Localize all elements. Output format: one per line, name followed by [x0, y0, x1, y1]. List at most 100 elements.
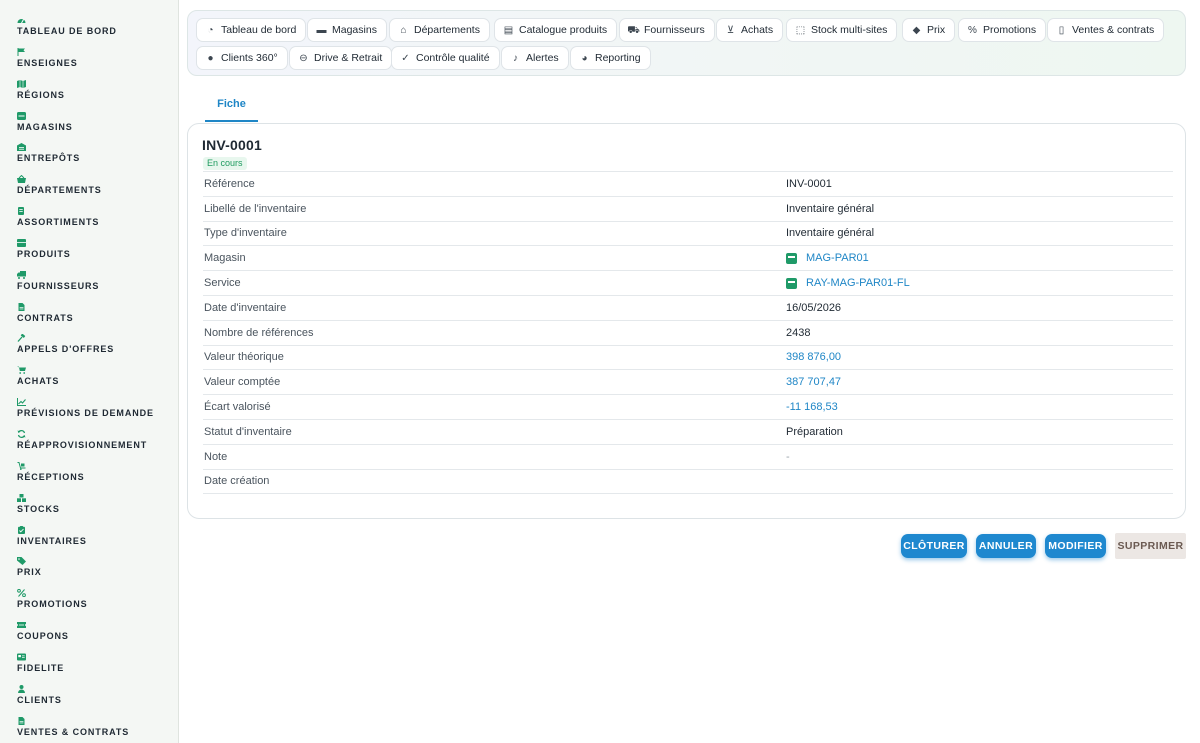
sidebar-item-appels-doffres[interactable]: APPELS D'OFFRES	[0, 334, 178, 366]
edit-button[interactable]: MODIFIER	[1045, 534, 1106, 558]
sidebar-item-label: PRÉVISIONS DE DEMANDE	[17, 408, 154, 419]
sidebar-item-coupons[interactable]: COUPONS	[0, 621, 178, 653]
tab-fiche[interactable]: Fiche	[205, 88, 258, 122]
field-value: 16/05/2026	[786, 302, 841, 314]
sidebar-item-enseignes[interactable]: ENSEIGNES	[0, 47, 178, 80]
sidebar-item-departements[interactable]: DÉPARTEMENTS	[0, 175, 178, 207]
store-icon	[17, 111, 27, 120]
close-button[interactable]: CLÔTURER	[901, 534, 967, 558]
field-row: Date création	[203, 470, 1173, 495]
box-icon: ▤	[503, 24, 514, 36]
truck-icon	[17, 270, 27, 279]
sidebar-item-label: ENTREPÔTS	[17, 153, 81, 164]
delivery-icon	[17, 461, 27, 470]
percent-icon	[17, 589, 27, 598]
module-chip-alertes[interactable]: ♪ Alertes	[501, 46, 569, 70]
field-label: Écart valorisé	[204, 401, 271, 414]
field-row: Nombre de références 2438	[203, 321, 1173, 346]
sidebar-item-label: COUPONS	[17, 631, 69, 642]
check-icon: ✓	[401, 52, 410, 64]
module-chip-achats[interactable]: ⊻ Achats	[716, 18, 784, 42]
field-value: -11 168,53	[786, 401, 838, 413]
sidebar-item-previsions-de-demande[interactable]: PRÉVISIONS DE DEMANDE	[0, 398, 178, 430]
sidebar-item-produits[interactable]: PRODUITS	[0, 238, 178, 271]
field-label: Magasin	[204, 252, 246, 265]
sidebar-item-label: FOURNISSEURS	[17, 280, 100, 291]
gavel-icon	[17, 334, 27, 343]
sidebar-item-label: FIDELITE	[17, 662, 65, 673]
sidebar-item-label: INVENTAIRES	[17, 535, 87, 546]
module-chip-drive-retrait[interactable]: ⊖ Drive & Retrait	[289, 46, 393, 70]
module-chip-fournisseurs[interactable]: ⛟ Fournisseurs	[619, 18, 715, 42]
sidebar-item-label: STOCKS	[17, 503, 60, 514]
sidebar-item-label: DÉPARTEMENTS	[17, 185, 102, 196]
field-label: Note	[204, 450, 228, 463]
sidebar-item-clients[interactable]: CLIENTS	[0, 684, 178, 717]
sidebar-item-fournisseurs[interactable]: FOURNISSEURS	[0, 270, 178, 303]
sidebar-item-regions[interactable]: RÉGIONS	[0, 79, 178, 112]
cubes-icon: ⬚	[795, 24, 806, 36]
cart-icon: ⊻	[726, 24, 735, 36]
sidebar-item-prix[interactable]: PRIX	[0, 557, 178, 589]
box-icon	[17, 238, 27, 247]
user-icon	[17, 684, 27, 693]
sidebar-item-label: ENSEIGNES	[17, 57, 78, 68]
module-chip-promotions[interactable]: % Promotions	[958, 18, 1047, 42]
field-row: Note -	[203, 445, 1173, 470]
field-row: Écart valorisé -11 168,53	[203, 395, 1173, 420]
module-chip-ventes-contrats[interactable]: ▯ Ventes & contrats	[1047, 18, 1165, 42]
sidebar-item-magasins[interactable]: MAGASINS	[0, 111, 178, 144]
module-chip-tableau-de-bord[interactable]: ◔ Tableau de bord	[196, 18, 307, 42]
sidebar-item-assortiments[interactable]: ASSORTIMENTS	[0, 207, 178, 239]
field-value-link[interactable]: RAY-MAG-PAR01-FL	[786, 277, 910, 289]
module-chip-reporting[interactable]: ◕ Reporting	[570, 46, 651, 70]
sidebar-item-tableau-de-bord[interactable]: TABLEAU DE BORD	[0, 16, 178, 48]
module-bar: ◔ Tableau de bord ▬ Magasins ⌂ Départements…	[187, 10, 1186, 76]
cart-icon	[17, 366, 27, 375]
sidebar-item-label: RÉCEPTIONS	[17, 471, 85, 482]
sidebar-item-receptions[interactable]: RÉCEPTIONS	[0, 461, 178, 494]
field-value: Inventaire général	[786, 227, 874, 239]
sidebar-item-inventaires[interactable]: INVENTAIRES	[0, 525, 178, 558]
field-value-text: -11 168,53	[786, 401, 838, 414]
module-chip-prix[interactable]: ◆ Prix	[902, 18, 956, 42]
field-label: Date création	[204, 475, 270, 488]
module-chip-clients-360[interactable]: ● Clients 360°	[196, 46, 288, 70]
module-chip-stock-multi-sites[interactable]: ⬚ Stock multi-sites	[786, 18, 898, 42]
sidebar-item-contrats[interactable]: CONTRATS	[0, 302, 178, 335]
sidebar-item-achats[interactable]: ACHATS	[0, 366, 178, 398]
field-label: Valeur théorique	[204, 351, 284, 364]
field-value-text: 398 876,00	[786, 351, 842, 364]
sidebar-item-stocks[interactable]: STOCKS	[0, 493, 178, 526]
sidebar-item-label: CONTRATS	[17, 312, 74, 323]
field-value-link[interactable]: MAG-PAR01	[786, 252, 869, 264]
module-chip-catalogue-produits[interactable]: ▤ Catalogue produits	[494, 18, 618, 42]
field-row: Date d'inventaire 16/05/2026	[203, 296, 1173, 321]
field-value: 398 876,00	[786, 351, 841, 363]
sidebar-item-label: RÉAPPROVISIONNEMENT	[17, 439, 148, 450]
sidebar-item-ventes-contrats[interactable]: VENTES & CONTRATS	[0, 716, 178, 743]
module-chip-departements[interactable]: ⌂ Départements	[389, 18, 490, 42]
record-title: INV-0001	[202, 137, 262, 153]
field-value-text: INV-0001	[786, 177, 832, 190]
module-chip-magasins[interactable]: ▬ Magasins	[307, 18, 387, 42]
field-list: Référence INV-0001 Libellé de l'inventaire…	[203, 171, 1173, 495]
truck-icon: ⛟	[627, 24, 640, 36]
warehouse-icon	[17, 143, 27, 152]
sidebar-item-promotions[interactable]: PROMOTIONS	[0, 589, 178, 621]
cancel-button[interactable]: ANNULER	[976, 534, 1036, 558]
basket-icon: ⌂	[400, 24, 407, 36]
sidebar-item-entrepots[interactable]: ENTREPÔTS	[0, 143, 178, 175]
basket-icon	[17, 175, 27, 184]
sidebar-item-fidelite[interactable]: FIDELITE	[0, 653, 178, 685]
dashboard-icon	[17, 16, 27, 24]
delete-button[interactable]: SUPPRIMER	[1115, 533, 1186, 559]
field-value-text: 387 707,47	[786, 376, 842, 389]
sidebar-item-reapprovisionnement[interactable]: RÉAPPROVISIONNEMENT	[0, 429, 178, 462]
chart-line-icon	[17, 398, 27, 407]
module-chip-controle-qualite[interactable]: ✓ Contrôle qualité	[391, 46, 500, 70]
field-row: Valeur théorique 398 876,00	[203, 346, 1173, 371]
field-value-text: Inventaire général	[786, 227, 875, 240]
sidebar-item-label: PRIX	[17, 567, 42, 578]
bell-icon: ♪	[513, 52, 518, 64]
